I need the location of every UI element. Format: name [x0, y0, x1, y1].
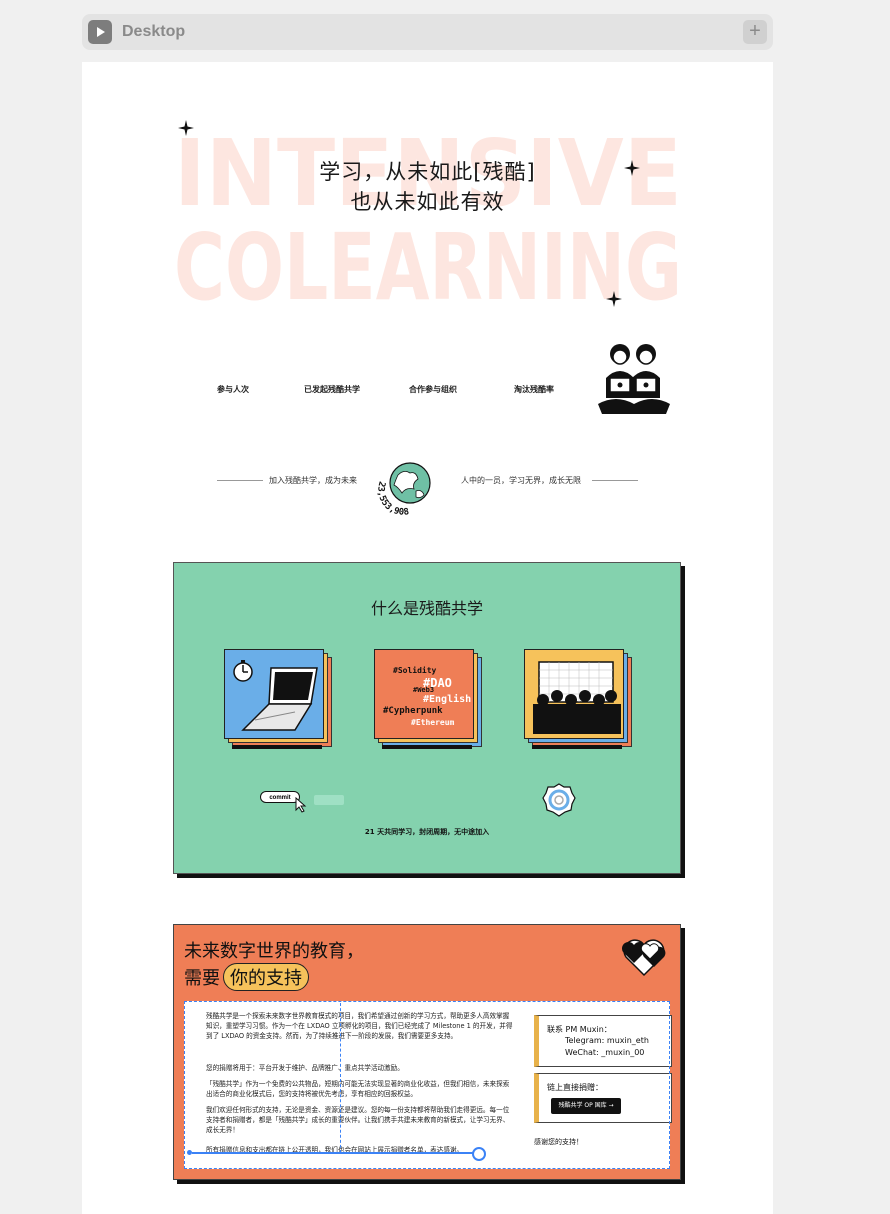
tile-laptop: [224, 649, 334, 753]
laptop-icon: [233, 660, 318, 731]
sparkle-icon: [178, 120, 194, 136]
join-text-left: 加入残酷共学，成为未来: [269, 476, 357, 485]
tag-english: #English: [423, 694, 472, 705]
sparkle-icon: [624, 160, 640, 176]
support-title-line2: 需要 你的支持: [184, 963, 309, 991]
selection-frame: [184, 1001, 670, 1169]
badge-icon: [542, 783, 576, 817]
divider-line: [217, 480, 263, 481]
selection-end-handle[interactable]: [472, 1147, 486, 1161]
what-is-footer: 21 天共同学习，封闭周期，无中途加入: [364, 828, 490, 836]
window-tab-bar: Desktop +: [82, 14, 773, 50]
join-text-right: 人中的一员，学习无界，成长无限: [461, 476, 581, 485]
support-title-line1: 未来数字世界的教育，: [184, 941, 364, 962]
hero-title-line2: 也从未如此有效: [350, 190, 505, 214]
what-is-card: 什么是残酷共学 #Solidity #DAO #Web3 #English #C…: [173, 562, 681, 874]
support-card: 未来数字世界的教育， 需要 你的支持 残酷共学是一个探索未来数字世界教育模式的项目…: [173, 924, 681, 1180]
hero-title-line1: 学习，从未如此[残酷]: [319, 160, 536, 184]
page-canvas: INTENSIVE COLEARNING 学习，从未如此[残酷] 也从未如此有效…: [82, 62, 773, 1214]
cursor-icon: [295, 797, 307, 813]
tab-title[interactable]: Desktop: [122, 23, 185, 41]
selection-start-handle[interactable]: [187, 1150, 192, 1155]
audience-icon: [533, 661, 621, 734]
divider-line: [592, 480, 638, 481]
tag-solidity: #Solidity: [393, 666, 437, 675]
globe-counter: 23,553,908: [375, 462, 431, 518]
sparkle-icon: [606, 291, 622, 307]
add-tab-button[interactable]: +: [743, 20, 767, 44]
tile-tags: #Solidity #DAO #Web3 #English #Cypherpun…: [374, 649, 484, 753]
tile-audience: [524, 649, 634, 753]
students-illustration: [598, 344, 670, 414]
text-selection-line: [192, 1152, 480, 1154]
play-icon[interactable]: [88, 20, 112, 44]
what-is-title: 什么是残酷共学: [370, 599, 483, 618]
hearts-icon: [621, 939, 666, 977]
tag-ethereum: #Ethereum: [411, 718, 455, 727]
commit-progress: [314, 795, 344, 805]
support-highlight: 你的支持: [223, 963, 309, 991]
stat-label-elimination: 淘汰残酷率: [514, 385, 554, 394]
support-title-prefix: 需要: [184, 968, 220, 989]
guide-line: [340, 1003, 341, 1153]
tag-web3: #Web3: [413, 686, 435, 694]
tag-cypherpunk: #Cypherpunk: [383, 706, 443, 716]
